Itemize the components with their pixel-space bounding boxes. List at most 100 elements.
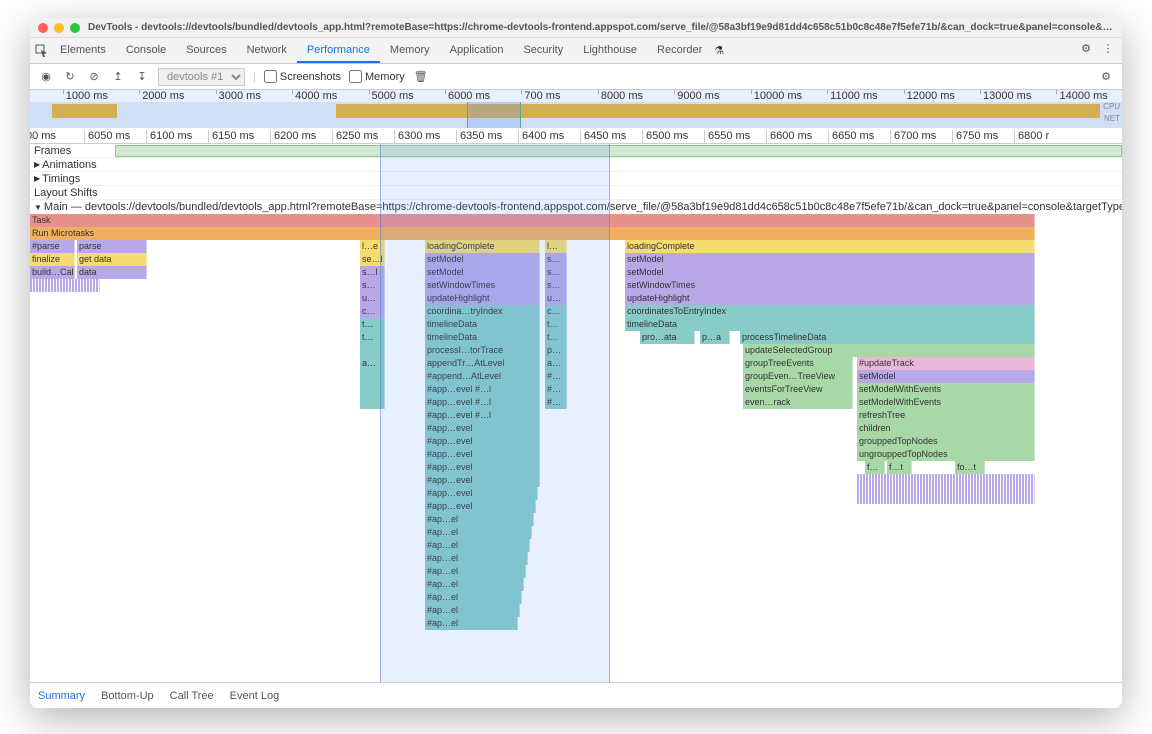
tab-network[interactable]: Network [237,39,297,63]
flame-entry[interactable] [360,370,385,383]
flame-entry[interactable]: c… [545,305,567,318]
flame-entry[interactable] [360,344,385,357]
flame-entry[interactable]: setWindowTimes [425,279,540,292]
flame-entry[interactable]: data [77,266,147,279]
tab-security[interactable]: Security [513,39,573,63]
flame-entry[interactable]: l…e [360,240,385,253]
tab-performance[interactable]: Performance [297,39,380,63]
flame-entry[interactable]: processI…torTrace [425,344,540,357]
flame-entry[interactable]: #… [545,370,567,383]
flame-entry[interactable]: #ap…el [425,617,518,630]
flame-entry[interactable]: setWindowTimes [625,279,1035,292]
flame-entry[interactable]: t… [360,331,385,344]
flame-entry[interactable]: groupEven…TreeView [743,370,853,383]
flame-entry[interactable]: #ap…el [425,578,524,591]
flame-entry[interactable]: s…l [360,266,385,279]
minimize-icon[interactable] [54,23,64,33]
flame-entry[interactable]: #app…evel #…l [425,383,540,396]
flame-entry[interactable]: #ap…el [425,539,530,552]
tab-sources[interactable]: Sources [176,39,236,63]
inspect-icon[interactable] [34,43,50,59]
flame-entry[interactable]: #parse [30,240,75,253]
flame-entry[interactable]: setModel [625,253,1035,266]
flame-entry[interactable]: #app…evel [425,474,540,487]
flame-entry[interactable]: t… [545,331,567,344]
flame-entry[interactable]: setModel [625,266,1035,279]
flame-entry[interactable]: grouppedTopNodes [857,435,1035,448]
flame-entry[interactable]: get data [77,253,147,266]
flame-entry[interactable]: t… [360,318,385,331]
flame-entry[interactable]: fo…t [955,461,985,474]
flame-entry[interactable]: updateSelectedGroup [743,344,1035,357]
flame-entry[interactable]: p… [545,344,567,357]
flame-entry[interactable]: p…a [700,331,730,344]
flame-entry[interactable]: children [857,422,1035,435]
tab-eventlog[interactable]: Event Log [230,690,280,702]
flame-entry[interactable]: setModel [425,266,540,279]
flame-entry[interactable]: setModelWithEvents [857,396,1035,409]
flame-entry[interactable]: #app…evel #…l [425,396,540,409]
flame-entry[interactable]: t… [545,318,567,331]
timeline-ruler[interactable]: 00 ms6050 ms6100 ms6150 ms6200 ms6250 ms… [30,128,1122,144]
flame-entry[interactable]: f…t [887,461,912,474]
flame-entry[interactable]: #app…evel [425,487,538,500]
tab-application[interactable]: Application [440,39,514,63]
flame-entry[interactable]: even…rack [743,396,853,409]
flame-entry[interactable]: ungrouppedTopNodes [857,448,1035,461]
flame-entry[interactable]: updateHighlight [425,292,540,305]
layout-shifts-track[interactable]: Layout Shifts [30,186,1122,200]
tab-lighthouse[interactable]: Lighthouse [573,39,647,63]
flame-entry[interactable]: #app…evel [425,435,540,448]
timings-track[interactable]: ▶Timings [30,172,1122,186]
flame-entry[interactable]: l… [545,240,567,253]
flame-entry[interactable]: appendTr…AtLevel [425,357,540,370]
main-flame[interactable]: TaskRun Microtasks#parseparse l…e loadingC… [30,214,1122,630]
download-icon[interactable]: ↧ [134,69,150,85]
flame-entry[interactable]: f… [865,461,885,474]
profile-select[interactable]: devtools #1 [158,68,245,86]
flame-entry[interactable]: groupTreeEvents [743,357,853,370]
flame-entry[interactable]: s… [545,266,567,279]
flame-chart[interactable]: 5524.8 ms Frames ▶Animations ▶Timings La… [30,144,1122,682]
flame-entry[interactable]: refreshTree [857,409,1035,422]
flame-entry[interactable]: s… [360,279,385,292]
tab-elements[interactable]: Elements [50,39,116,63]
capture-settings-icon[interactable]: ⚙ [1098,69,1114,85]
flame-entry[interactable]: s… [545,253,567,266]
flame-entry[interactable] [360,396,385,409]
flame-entry[interactable]: loadingComplete [625,240,1035,253]
main-track-header[interactable]: ▼Main — devtools://devtools/bundled/devt… [30,200,1122,214]
flame-entry[interactable]: finalize [30,253,75,266]
flame-entry[interactable]: #append…AtLevel [425,370,540,383]
flame-entry[interactable]: c… [360,305,385,318]
flame-entry[interactable]: loadingComplete [425,240,540,253]
flame-entry[interactable]: #ap…el [425,591,522,604]
flame-entry[interactable] [360,383,385,396]
flame-entry[interactable]: coordina…tryIndex [425,305,540,318]
flame-entry[interactable]: parse [77,240,147,253]
flame-entry[interactable]: Run Microtasks [30,227,1035,240]
flame-entry[interactable]: pro…ata [640,331,695,344]
flame-entry[interactable]: u… [360,292,385,305]
flame-entry[interactable]: timelineData [425,331,540,344]
tab-summary[interactable]: Summary [38,690,85,702]
clear-icon[interactable]: ⊘ [86,69,102,85]
tab-bottomup[interactable]: Bottom-Up [101,690,154,702]
flame-entry[interactable]: #app…evel [425,448,540,461]
reload-icon[interactable]: ↻ [62,69,78,85]
flame-entry[interactable]: timelineData [425,318,540,331]
flame-entry[interactable]: #ap…el [425,526,532,539]
flame-entry[interactable]: timelineData [625,318,1035,331]
trash-icon[interactable]: 🗑 [413,69,429,85]
flame-entry[interactable]: setModel [425,253,540,266]
frames-track[interactable]: Frames [30,144,1122,158]
more-icon[interactable]: ⋮ [1100,40,1116,56]
tab-recorder[interactable]: Recorder [647,39,712,63]
close-icon[interactable] [38,23,48,33]
maximize-icon[interactable] [70,23,80,33]
overview-panel[interactable]: 1000 ms2000 ms3000 ms4000 ms5000 ms6000 … [30,90,1122,128]
flame-entry[interactable]: Task [30,214,1035,227]
tab-console[interactable]: Console [116,39,176,63]
flame-entry[interactable]: a… [360,357,385,370]
flame-entry[interactable]: #app…evel [425,500,536,513]
